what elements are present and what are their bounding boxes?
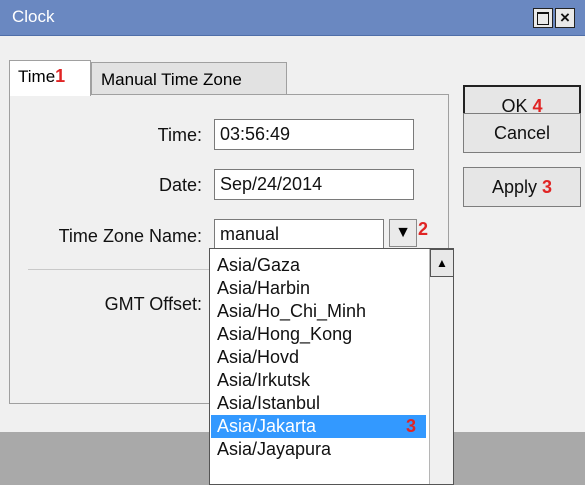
date-label: Date:: [158, 175, 202, 195]
time-zone-name-label: Time Zone Name:: [58, 226, 202, 246]
list-item[interactable]: Asia/Gaza: [211, 254, 426, 277]
tab-manual-time-zone[interactable]: Manual Time Zone: [91, 62, 287, 95]
apply-button[interactable]: Apply 3: [463, 167, 581, 207]
list-item[interactable]: Asia/Hovd: [211, 346, 426, 369]
window-title: Clock: [12, 7, 55, 26]
scroll-up-icon[interactable]: ▲: [430, 249, 453, 277]
tab-time[interactable]: Time1: [9, 60, 91, 96]
list-item-selected[interactable]: Asia/Jakarta 3: [211, 415, 426, 438]
close-icon[interactable]: ×: [555, 8, 575, 28]
apply-button-label: Apply: [491, 177, 537, 197]
list-item[interactable]: Asia/Harbin: [211, 277, 426, 300]
list-item[interactable]: Asia/Irkutsk: [211, 369, 426, 392]
annotation-marker: 1: [55, 66, 66, 86]
annotation-marker: 3: [406, 416, 417, 436]
tab-time-label: Time: [18, 67, 56, 86]
cancel-button[interactable]: Cancel: [463, 113, 581, 153]
annotation-marker: 2: [418, 219, 429, 239]
time-zone-name-field[interactable]: manual: [214, 219, 384, 250]
list-item[interactable]: Asia/Jayapura: [211, 438, 426, 461]
chevron-down-icon[interactable]: ▼: [389, 219, 417, 247]
cancel-button-label: Cancel: [493, 123, 551, 143]
annotation-marker: 3: [542, 177, 553, 197]
list-item[interactable]: Asia/Ho_Chi_Minh: [211, 300, 426, 323]
time-label: Time:: [157, 125, 202, 145]
tab-manual-time-zone-label: Manual Time Zone: [101, 70, 242, 89]
gmt-offset-label: GMT Offset:: [104, 294, 202, 314]
selected-option-label: Asia/Jakarta: [217, 416, 317, 436]
date-field[interactable]: Sep/24/2014: [214, 169, 414, 200]
title-bar[interactable]: Clock ×: [0, 0, 585, 36]
scrollbar[interactable]: ▲: [429, 249, 453, 484]
time-field[interactable]: 03:56:49: [214, 119, 414, 150]
clock-window: Clock × Time1 Manual Time Zone Time: 03:…: [0, 0, 585, 485]
maximize-icon[interactable]: [533, 8, 553, 28]
list-item[interactable]: Asia/Hong_Kong: [211, 323, 426, 346]
list-item[interactable]: Asia/Istanbul: [211, 392, 426, 415]
time-zone-dropdown-list[interactable]: Asia/Gaza Asia/Harbin Asia/Ho_Chi_Minh A…: [209, 248, 454, 485]
